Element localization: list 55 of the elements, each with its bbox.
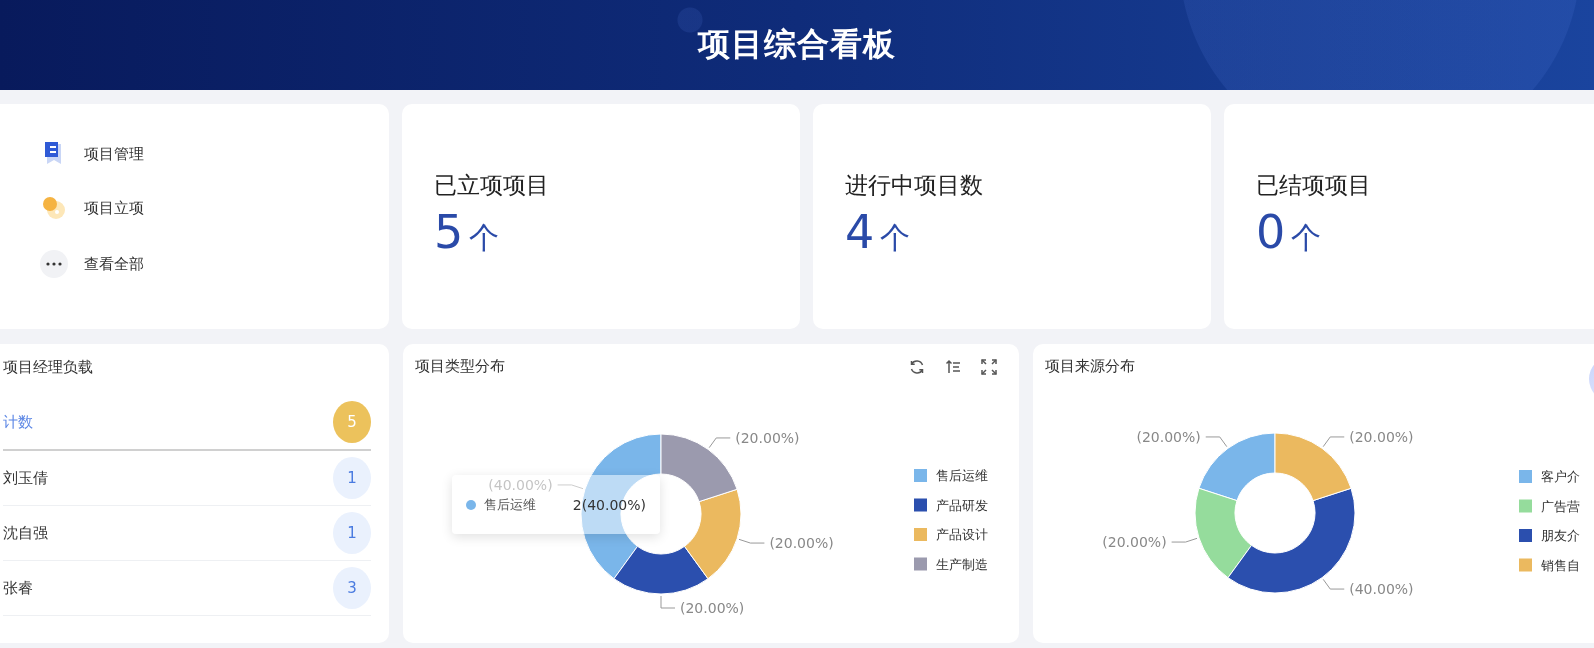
legend-label[interactable]: 朋友介	[1541, 528, 1580, 543]
stat-unit: 个	[1291, 219, 1322, 257]
percent-label: (20.00%)	[1349, 428, 1414, 445]
count-badge: 1	[333, 512, 371, 554]
percent-label: (20.00%)	[1136, 428, 1201, 445]
legend-label[interactable]: 客户介	[1541, 469, 1580, 484]
percent-label: (20.00%)	[1102, 534, 1167, 551]
manager-name: 刘玉倩	[3, 468, 48, 488]
percent-label: (40.00%)	[488, 476, 553, 493]
stat-value: 5	[434, 205, 464, 259]
manager-name: 张睿	[3, 578, 33, 598]
stat-label: 进行中项目数	[845, 171, 984, 200]
manager-name: 沈自强	[3, 523, 48, 543]
panel-title: 项目类型分布	[415, 357, 505, 376]
stat-value: 4	[845, 205, 875, 259]
leader-line	[1205, 436, 1228, 448]
stat-value: 0	[1256, 205, 1286, 259]
manager-name: 计数	[3, 412, 33, 432]
shortcut-link[interactable]: 项目立项	[84, 198, 144, 218]
count-badge: 5	[333, 401, 371, 443]
legend-label[interactable]: 售后运维	[936, 468, 988, 483]
legend-label[interactable]: 广告营	[1541, 498, 1580, 514]
stat-label: 已结项项目	[1256, 171, 1372, 200]
count-badge: 1	[333, 457, 371, 499]
percent-label: (40.00%)	[1349, 581, 1414, 598]
page-title: 项目综合看板	[698, 24, 896, 65]
leader-line	[660, 595, 676, 609]
stat-unit: 个	[469, 219, 500, 257]
stat-unit: 个	[880, 219, 911, 257]
leader-line	[1171, 537, 1198, 543]
coins-icon	[42, 196, 66, 220]
leader-line	[708, 437, 731, 449]
shortcut-link[interactable]: 项目管理	[84, 144, 144, 164]
leader-line	[738, 538, 765, 544]
panel-title: 项目来源分布	[1045, 357, 1135, 376]
tooltip-name: 售后运维	[484, 495, 536, 514]
count-badge: 3	[333, 567, 371, 609]
leader-line	[557, 484, 584, 490]
percent-label: (20.00%)	[680, 600, 745, 616]
sort-icon[interactable]	[945, 358, 961, 375]
more-icon	[40, 250, 68, 278]
legend-label[interactable]: 产品研发	[936, 497, 988, 513]
stat-label: 已立项项目	[434, 171, 550, 200]
legend-label[interactable]: 生产制造	[936, 556, 988, 572]
fullscreen-icon[interactable]	[981, 358, 997, 375]
leader-line	[1322, 436, 1345, 448]
percent-label: (20.00%)	[769, 535, 834, 552]
refresh-icon[interactable]	[909, 358, 925, 375]
leader-line	[1322, 578, 1345, 590]
tooltip-value: 2(40.00%)	[572, 496, 646, 513]
shortcut-link[interactable]: 查看全部	[84, 254, 144, 274]
legend-label[interactable]: 产品设计	[936, 527, 988, 542]
percent-label: (20.00%)	[735, 429, 800, 446]
panel-title: 项目经理负载	[3, 358, 94, 377]
legend-label[interactable]: 销售自	[1541, 557, 1580, 573]
